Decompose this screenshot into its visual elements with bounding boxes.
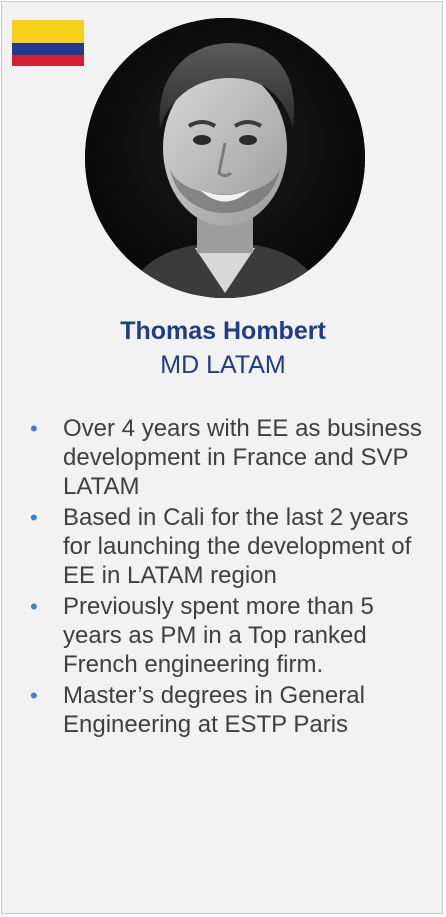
bio-bullet-3: • Previously spent more than 5 years as … xyxy=(30,592,430,679)
bio-bullet-4: • Master’s degrees in General Engineerin… xyxy=(30,681,430,739)
profile-photo xyxy=(85,18,365,298)
bullet-marker-icon: • xyxy=(30,416,38,441)
person-role: MD LATAM xyxy=(160,351,286,379)
bio-bullet-text: Over 4 years with EE as business develop… xyxy=(63,415,422,500)
bullet-marker-icon: • xyxy=(30,505,38,530)
bio-bullet-text: Previously spent more than 5 years as PM… xyxy=(63,593,374,678)
bullet-marker-icon: • xyxy=(30,594,38,619)
bio-bullet-1: • Over 4 years with EE as business devel… xyxy=(30,414,430,501)
bio-bullet-list: • Over 4 years with EE as business devel… xyxy=(30,414,430,741)
bio-bullet-2: • Based in Cali for the last 2 years for… xyxy=(30,503,430,590)
bio-bullet-text: Based in Cali for the last 2 years for l… xyxy=(63,504,412,589)
profile-card: Thomas Hombert MD LATAM • Over 4 years w… xyxy=(1,1,443,914)
person-name: Thomas Hombert xyxy=(120,317,326,345)
bullet-marker-icon: • xyxy=(30,683,38,708)
bio-bullet-text: Master’s degrees in General Engineering … xyxy=(63,682,365,738)
colombia-flag-icon xyxy=(12,20,84,66)
